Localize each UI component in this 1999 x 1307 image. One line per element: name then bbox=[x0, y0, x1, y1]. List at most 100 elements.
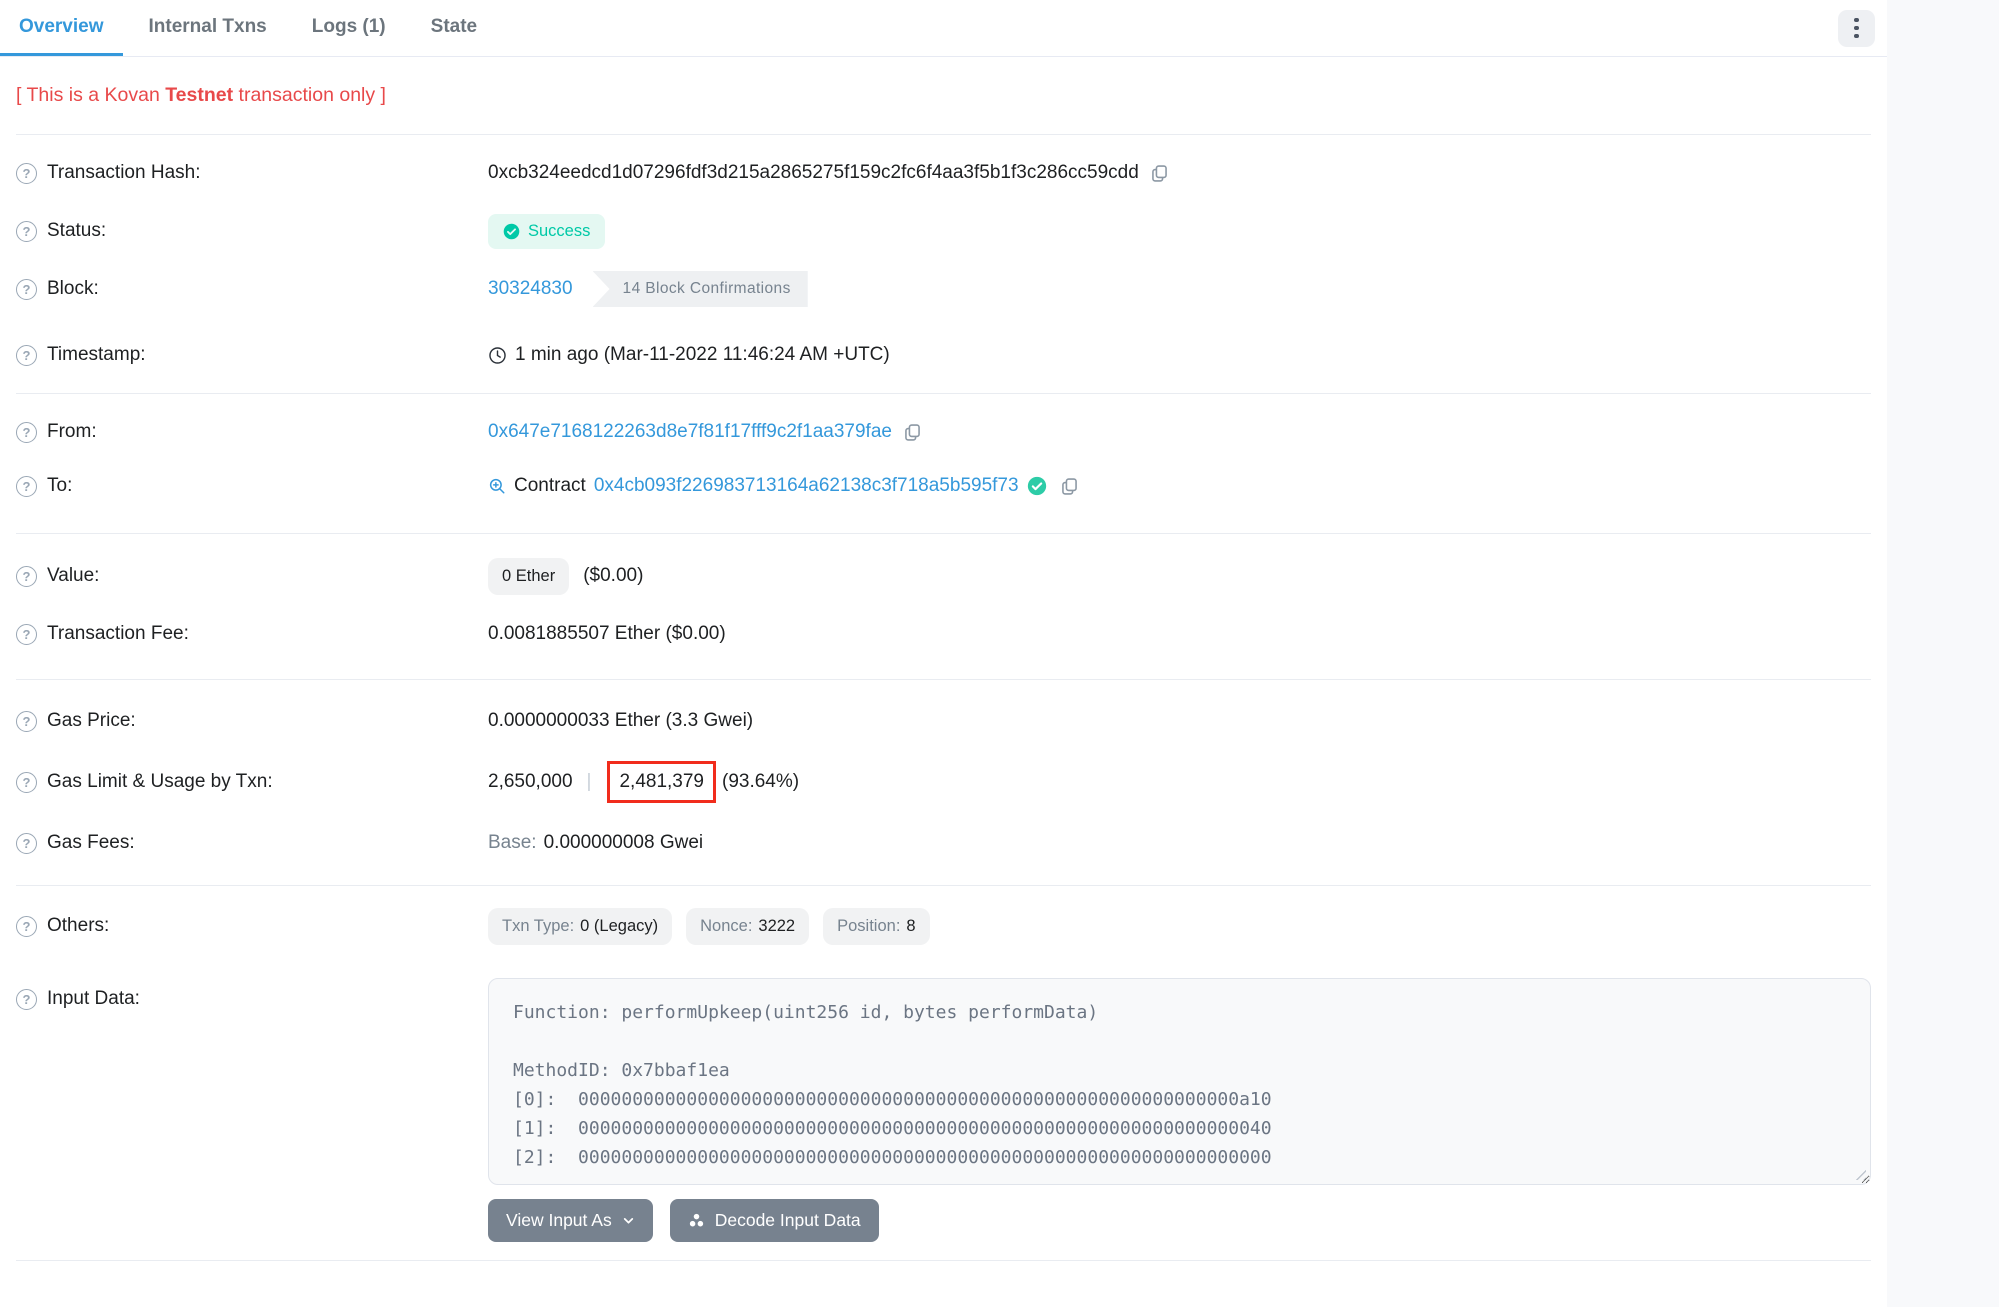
to-label: To: bbox=[47, 475, 72, 497]
block-row: ? Block: 30324830 14 Block Confirmations bbox=[0, 260, 1887, 318]
input-data-param-0: [0]: 00000000000000000000000000000000000… bbox=[513, 1085, 1846, 1114]
txn-type-badge: Txn Type: 0 (Legacy) bbox=[488, 908, 672, 945]
to-contract-prefix: Contract bbox=[514, 475, 586, 497]
clock-icon bbox=[488, 346, 507, 365]
decode-input-data-label: Decode Input Data bbox=[715, 1210, 861, 1231]
transaction-hash-label: Transaction Hash: bbox=[47, 162, 200, 184]
section-value: ? Value: 0 Ether ($0.00) ? Transaction F… bbox=[0, 534, 1887, 679]
tabs: Overview Internal Txns Logs (1) State bbox=[0, 0, 503, 56]
row-label: ? Gas Fees: bbox=[16, 832, 488, 854]
input-data-function: Function: performUpkeep(uint256 id, byte… bbox=[513, 998, 1846, 1027]
to-row: ? To: Contract 0x4cb093f226983713164a621… bbox=[0, 459, 1887, 513]
to-address-link[interactable]: 0x4cb093f226983713164a62138c3f718a5b595f… bbox=[594, 475, 1019, 497]
gas-price-value: 0.0000000033 Ether (3.3 Gwei) bbox=[488, 710, 753, 732]
check-circle-icon bbox=[503, 223, 520, 240]
section-others-input: ? Others: Txn Type: 0 (Legacy) Nonce: 32… bbox=[0, 886, 1887, 1261]
testnet-notice: [ This is a Kovan Testnet transaction on… bbox=[0, 57, 1887, 134]
position-label: Position: bbox=[837, 917, 900, 936]
zoom-in-icon[interactable] bbox=[488, 477, 506, 495]
nonce-value: 3222 bbox=[758, 917, 795, 936]
input-data-actions: View Input As Decode Input Data bbox=[488, 1199, 1887, 1260]
view-input-as-label: View Input As bbox=[506, 1210, 612, 1231]
copy-icon[interactable] bbox=[1059, 476, 1080, 497]
input-data-row: ? Input Data: Function: performUpkeep(ui… bbox=[0, 954, 1887, 1185]
block-number-link[interactable]: 30324830 bbox=[488, 278, 573, 300]
help-icon[interactable]: ? bbox=[16, 916, 37, 937]
help-icon[interactable]: ? bbox=[16, 711, 37, 732]
block-confirmations-badge: 14 Block Confirmations bbox=[593, 271, 808, 307]
decode-input-data-button[interactable]: Decode Input Data bbox=[670, 1199, 879, 1242]
status-value: Success bbox=[528, 222, 590, 241]
input-data-param-2: [2]: 00000000000000000000000000000000000… bbox=[513, 1143, 1846, 1172]
section-overview-top: ? Transaction Hash: 0xcb324eedcd1d07296f… bbox=[0, 135, 1887, 393]
others-label: Others: bbox=[47, 915, 109, 937]
row-label: ? Gas Limit & Usage by Txn: bbox=[16, 771, 488, 793]
resize-handle[interactable] bbox=[1853, 1167, 1866, 1180]
timestamp-label: Timestamp: bbox=[47, 344, 146, 366]
help-icon[interactable]: ? bbox=[16, 221, 37, 242]
gas-limit-separator: | bbox=[587, 771, 592, 793]
chevron-down-icon bbox=[622, 1214, 635, 1227]
help-icon[interactable]: ? bbox=[16, 772, 37, 793]
transaction-details-card: Overview Internal Txns Logs (1) State [ … bbox=[0, 0, 1887, 1307]
notice-prefix: [ This is a Kovan bbox=[16, 84, 165, 106]
notice-suffix: transaction only ] bbox=[233, 84, 386, 106]
transaction-fee-value: 0.0081885507 Ether ($0.00) bbox=[488, 623, 726, 645]
section-addresses: ? From: 0x647e7168122263d8e7f81f17fff9c2… bbox=[0, 394, 1887, 533]
gas-price-row: ? Gas Price: 0.0000000033 Ether (3.3 Gwe… bbox=[0, 692, 1887, 750]
input-data-box[interactable]: Function: performUpkeep(uint256 id, byte… bbox=[488, 978, 1871, 1185]
help-icon[interactable]: ? bbox=[16, 422, 37, 443]
gas-fees-base-value: 0.000000008 Gwei bbox=[544, 832, 704, 854]
row-label: ? Transaction Fee: bbox=[16, 623, 488, 645]
position-value: 8 bbox=[906, 917, 915, 936]
status-row: ? Status: Success bbox=[0, 202, 1887, 260]
tab-bar: Overview Internal Txns Logs (1) State bbox=[0, 0, 1887, 57]
transaction-fee-label: Transaction Fee: bbox=[47, 623, 189, 645]
row-label: ? Others: bbox=[16, 915, 488, 937]
notice-bold: Testnet bbox=[165, 84, 233, 106]
row-label: ? Input Data: bbox=[16, 988, 488, 1010]
row-label: ? From: bbox=[16, 421, 488, 443]
copy-icon[interactable] bbox=[902, 422, 923, 443]
help-icon[interactable]: ? bbox=[16, 279, 37, 300]
help-icon[interactable]: ? bbox=[16, 833, 37, 854]
transaction-hash-value: 0xcb324eedcd1d07296fdf3d215a2865275f159c… bbox=[488, 162, 1139, 184]
row-label: ? Transaction Hash: bbox=[16, 162, 488, 184]
row-label: ? Value: bbox=[16, 565, 488, 587]
transaction-hash-row: ? Transaction Hash: 0xcb324eedcd1d07296f… bbox=[0, 144, 1887, 202]
vertical-ellipsis-icon[interactable] bbox=[1838, 10, 1875, 47]
help-icon[interactable]: ? bbox=[16, 476, 37, 497]
gas-limit-value: 2,650,000 bbox=[488, 771, 573, 793]
help-icon[interactable]: ? bbox=[16, 624, 37, 645]
from-address-link[interactable]: 0x647e7168122263d8e7f81f17fff9c2f1aa379f… bbox=[488, 421, 892, 443]
tab-state[interactable]: State bbox=[412, 0, 496, 56]
copy-icon[interactable] bbox=[1149, 163, 1170, 184]
value-usd: ($0.00) bbox=[583, 565, 643, 587]
row-label: ? Status: bbox=[16, 220, 488, 242]
tab-logs[interactable]: Logs (1) bbox=[293, 0, 405, 56]
help-icon[interactable]: ? bbox=[16, 345, 37, 366]
value-row: ? Value: 0 Ether ($0.00) bbox=[0, 547, 1887, 605]
view-input-as-button[interactable]: View Input As bbox=[488, 1199, 653, 1242]
value-ether-badge: 0 Ether bbox=[488, 558, 569, 595]
txn-type-value: 0 (Legacy) bbox=[580, 917, 658, 936]
gas-used-percent: (93.64%) bbox=[722, 771, 799, 793]
value-label: Value: bbox=[47, 565, 99, 587]
help-icon[interactable]: ? bbox=[16, 566, 37, 587]
help-icon[interactable]: ? bbox=[16, 989, 37, 1010]
gas-price-label: Gas Price: bbox=[47, 710, 136, 732]
timestamp-value: 1 min ago (Mar-11-2022 11:46:24 AM +UTC) bbox=[515, 344, 890, 366]
tab-internal-txns[interactable]: Internal Txns bbox=[130, 0, 286, 56]
timestamp-row: ? Timestamp: 1 min ago (Mar-11-2022 11:4… bbox=[0, 326, 1887, 384]
gas-limit-label: Gas Limit & Usage by Txn: bbox=[47, 771, 273, 793]
gas-limit-row: ? Gas Limit & Usage by Txn: 2,650,000 | … bbox=[0, 750, 1887, 814]
help-icon[interactable]: ? bbox=[16, 163, 37, 184]
section-gas: ? Gas Price: 0.0000000033 Ether (3.3 Gwe… bbox=[0, 680, 1887, 885]
status-label: Status: bbox=[47, 220, 106, 242]
input-data-param-1: [1]: 00000000000000000000000000000000000… bbox=[513, 1114, 1846, 1143]
gas-fees-label: Gas Fees: bbox=[47, 832, 135, 854]
row-label: ? Gas Price: bbox=[16, 710, 488, 732]
gas-used-annotation: 2,481,379 bbox=[607, 761, 716, 803]
txn-type-label: Txn Type: bbox=[502, 917, 574, 936]
tab-overview[interactable]: Overview bbox=[0, 0, 123, 56]
